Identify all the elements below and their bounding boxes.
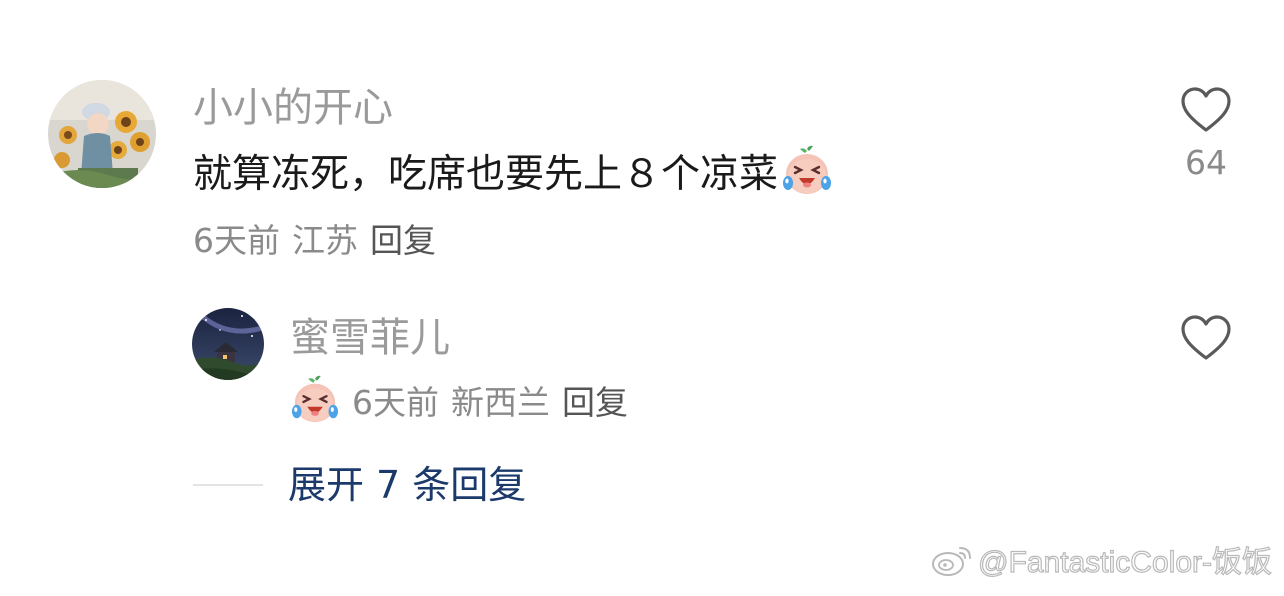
expand-count: 7 bbox=[376, 463, 401, 507]
heart-outline-icon bbox=[1181, 315, 1231, 360]
reply-avatar[interactable] bbox=[192, 308, 264, 380]
comment-meta: 6天前 江苏 回复 bbox=[193, 224, 436, 257]
expand-suffix: 条回复 bbox=[412, 463, 527, 507]
comment-time: 6天前 bbox=[193, 221, 280, 260]
comment-location: 江苏 bbox=[292, 221, 358, 260]
watermark-text: @FantasticColor-饭饭 bbox=[978, 546, 1273, 579]
reply-location: 新西兰 bbox=[451, 382, 550, 422]
comment-like-count: 64 bbox=[1185, 143, 1227, 182]
reply-meta: 6天前 新西兰 回复 bbox=[288, 375, 628, 430]
avatar[interactable] bbox=[48, 80, 156, 188]
reply-username[interactable]: 蜜雪菲儿 bbox=[290, 318, 450, 358]
expand-divider bbox=[193, 484, 263, 486]
watermark: @FantasticColor-饭饭 bbox=[930, 542, 1273, 584]
comment-like-button[interactable]: 64 bbox=[1166, 86, 1246, 179]
expand-prefix: 展开 bbox=[288, 463, 365, 507]
comment-body: 就算冻死，吃席也要先上８个凉菜 bbox=[193, 151, 779, 197]
reply-reply-button[interactable]: 回复 bbox=[562, 386, 628, 419]
comment-text: 就算冻死，吃席也要先上８个凉菜 bbox=[193, 145, 834, 200]
comment-reply-button[interactable]: 回复 bbox=[370, 224, 436, 257]
reply-like-button[interactable] bbox=[1166, 314, 1246, 362]
weibo-logo-icon bbox=[930, 542, 974, 584]
crying-laughing-emoji bbox=[288, 375, 342, 430]
expand-replies-button[interactable]: 展开 7 条回复 bbox=[288, 466, 526, 504]
reply-time: 6天前 bbox=[352, 382, 439, 422]
reply-avatar-image bbox=[192, 308, 264, 380]
crying-laughing-emoji bbox=[780, 145, 834, 204]
avatar-image bbox=[48, 80, 156, 188]
comment-username[interactable]: 小小的开心 bbox=[193, 88, 393, 128]
heart-outline-icon bbox=[1181, 87, 1231, 132]
